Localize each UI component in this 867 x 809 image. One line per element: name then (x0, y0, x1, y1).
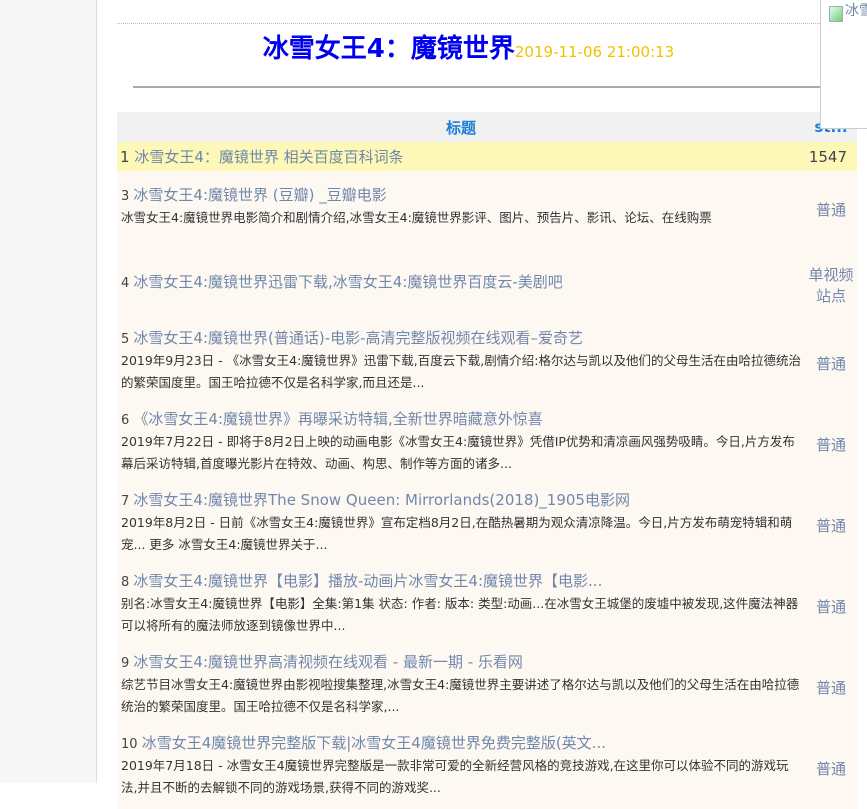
result-cell: 4 冰雪女王4:魔镜世界迅雷下载,冰雪女王4:魔镜世界百度云-美剧吧 (117, 247, 805, 323)
divider (133, 86, 823, 88)
table-row: 7 冰雪女王4:魔镜世界The Snow Queen: Mirrorlands(… (117, 485, 857, 566)
row-number: 6 (121, 413, 130, 428)
row-number: 4 (121, 275, 130, 291)
broken-image: 冰雪 (820, 0, 867, 129)
result-description: 综艺节目冰雪女王4:魔镜世界由影视啦搜集整理,冰雪女王4:魔镜世界主要讲述了格尔… (121, 677, 800, 714)
table-row: 10 冰雪女王4魔镜世界完整版下载|冰雪女王4魔镜世界免费完整版(英文... 20… (117, 728, 857, 809)
page-title: 冰雪女王4：魔镜世界 (262, 34, 515, 64)
result-cell: 5 冰雪女王4:魔镜世界(普通话)-电影-高清完整版视频在线观看–爱奇艺 2019… (117, 323, 805, 404)
table-row-top: 1 冰雪女王4：魔镜世界 相关百度百科词条 1547 (117, 142, 857, 171)
column-header-title: 标题 (117, 112, 805, 142)
result-type: 普通 (805, 728, 857, 809)
row-number: 9 (121, 656, 130, 671)
result-type: 普通 (805, 566, 857, 647)
result-type: 普通 (805, 485, 857, 566)
result-link[interactable]: 冰雪女王4：魔镜世界 相关百度百科词条 (134, 148, 403, 166)
result-type: 单视频站点 (805, 247, 857, 323)
result-description: 2019年9月23日 - 《冰雪女王4:魔镜世界》迅雷下载,百度云下载,剧情介绍… (121, 353, 801, 390)
table-row: 3 冰雪女王4:魔镜世界 (豆瓣) _豆瓣电影冰雪女王4:魔镜世界电影简介和剧情… (117, 171, 857, 247)
result-link[interactable]: 冰雪女王4:魔镜世界迅雷下载,冰雪女王4:魔镜世界百度云-美剧吧 (133, 273, 562, 291)
table-row: 4 冰雪女王4:魔镜世界迅雷下载,冰雪女王4:魔镜世界百度云-美剧吧 单视频站点 (117, 247, 857, 323)
table-row: 6 《冰雪女王4:魔镜世界》再曝采访特辑,全新世界暗藏意外惊喜 2019年7月22… (117, 404, 857, 485)
result-link[interactable]: 冰雪女王4:魔镜世界高清视频在线观看 - 最新一期 - 乐看网 (133, 653, 523, 671)
left-sidebar (0, 0, 97, 783)
broken-image-icon (829, 6, 843, 22)
result-type: 普通 (805, 647, 857, 728)
result-link[interactable]: 冰雪女王4:魔镜世界 (豆瓣) _豆瓣电影 (133, 186, 386, 204)
table-row: 5 冰雪女王4:魔镜世界(普通话)-电影-高清完整版视频在线观看–爱奇艺 2019… (117, 323, 857, 404)
result-description: 冰雪女王4:魔镜世界电影简介和剧情介绍,冰雪女王4:魔镜世界影评、图片、预告片、… (121, 209, 712, 225)
result-link[interactable]: 冰雪女王4:魔镜世界【电影】播放-动画片冰雪女王4:魔镜世界【电影... (133, 572, 602, 590)
result-link[interactable]: 《冰雪女王4:魔镜世界》再曝采访特辑,全新世界暗藏意外惊喜 (133, 410, 542, 428)
result-cell: 9 冰雪女王4:魔镜世界高清视频在线观看 - 最新一期 - 乐看网综艺节目冰雪女… (117, 647, 805, 728)
page-header: 冰雪女王4：魔镜世界2019-11-06 21:00:13 (117, 28, 820, 65)
result-description: 2019年7月18日 - 冰雪女王4魔镜世界完整版是一款非常可爱的全新经营风格的… (121, 758, 789, 795)
row-number: 8 (121, 575, 130, 590)
result-link[interactable]: 冰雪女王4魔镜世界完整版下载|冰雪女王4魔镜世界免费完整版(英文... (142, 734, 606, 752)
result-type: 普通 (805, 404, 857, 485)
result-description: 别名:冰雪女王4:魔镜世界【电影】全集:第1集 状态: 作者: 版本: 类型:动… (121, 596, 799, 633)
result-link[interactable]: 冰雪女王4:魔镜世界The Snow Queen: Mirrorlands(20… (133, 491, 630, 509)
result-link[interactable]: 冰雪女王4:魔镜世界(普通话)-电影-高清完整版视频在线观看–爱奇艺 (133, 329, 583, 347)
row-number: 5 (121, 332, 130, 347)
row-number: 1 (120, 148, 130, 166)
result-description: 2019年7月22日 - 即将于8月2日上映的动画电影《冰雪女王4:魔镜世界》凭… (121, 434, 795, 471)
row-number: 3 (121, 188, 130, 204)
timestamp: 2019-11-06 21:00:13 (514, 43, 675, 61)
result-cell: 8 冰雪女王4:魔镜世界【电影】播放-动画片冰雪女王4:魔镜世界【电影... 别名… (117, 566, 805, 647)
result-type: 普通 (805, 323, 857, 404)
divider (117, 23, 820, 24)
row-number: 7 (121, 494, 130, 509)
result-cell: 3 冰雪女王4:魔镜世界 (豆瓣) _豆瓣电影冰雪女王4:魔镜世界电影简介和剧情… (117, 171, 805, 247)
result-cell: 6 《冰雪女王4:魔镜世界》再曝采访特辑,全新世界暗藏意外惊喜 2019年7月22… (117, 404, 805, 485)
table-row: 9 冰雪女王4:魔镜世界高清视频在线观看 - 最新一期 - 乐看网综艺节目冰雪女… (117, 647, 857, 728)
row-number: 10 (121, 737, 138, 752)
table-row: 8 冰雪女王4:魔镜世界【电影】播放-动画片冰雪女王4:魔镜世界【电影... 别名… (117, 566, 857, 647)
result-cell: 10 冰雪女王4魔镜世界完整版下载|冰雪女王4魔镜世界免费完整版(英文... 20… (117, 728, 805, 809)
results-table: 标题 st... 1 冰雪女王4：魔镜世界 相关百度百科词条 1547 3 冰雪… (117, 112, 857, 809)
result-description: 2019年8月2日 - 日前《冰雪女王4:魔镜世界》宣布定档8月2日,在酷热暑期… (121, 515, 793, 552)
result-type: 普通 (805, 171, 857, 247)
row-count: 1547 (805, 142, 857, 171)
result-cell: 7 冰雪女王4:魔镜世界The Snow Queen: Mirrorlands(… (117, 485, 805, 566)
